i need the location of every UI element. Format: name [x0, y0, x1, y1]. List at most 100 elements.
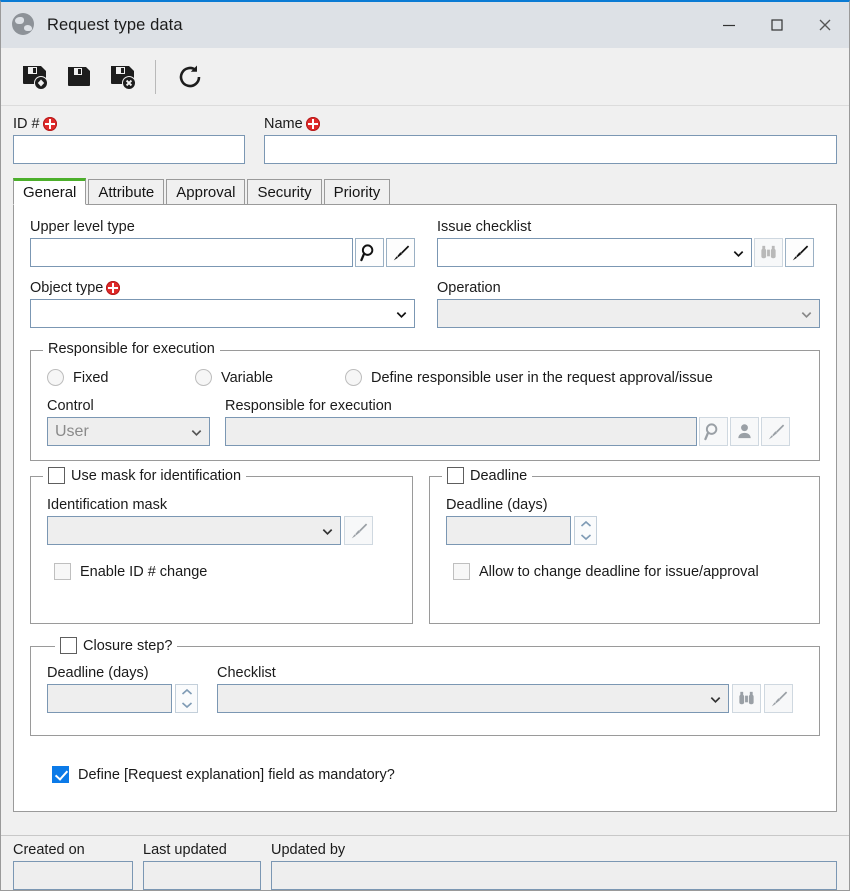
closure-checklist-group: Checklist	[217, 665, 803, 713]
closure-checklist-label: Checklist	[217, 665, 276, 681]
brush-icon	[764, 684, 793, 713]
name-label: Name	[264, 116, 837, 132]
close-icon[interactable]	[801, 2, 849, 48]
save-icon[interactable]	[57, 55, 101, 99]
footer: Created on Last updated Updated by	[1, 835, 849, 890]
enable-id-change-checkbox[interactable]	[54, 563, 71, 580]
save-close-icon[interactable]	[101, 55, 145, 99]
allow-change-deadline-checkbox[interactable]	[453, 563, 470, 580]
required-marker-icon	[42, 117, 57, 131]
responsible-input	[225, 417, 697, 446]
created-on-input	[13, 861, 133, 890]
name-input[interactable]	[264, 135, 837, 164]
search-icon[interactable]	[355, 238, 384, 267]
maximize-icon[interactable]	[753, 2, 801, 48]
tab-attribute[interactable]: Attribute	[88, 179, 165, 205]
stepper-up-icon[interactable]	[575, 517, 596, 531]
row-upper-issue: Upper level type Issue checklist	[30, 219, 820, 267]
deadline-group: Deadline Deadline (days) Allow to change…	[429, 467, 820, 624]
radio-define-responsible[interactable]: Define responsible user in the request a…	[345, 369, 713, 386]
tab-panel-general: Upper level type Issue checklist Object …	[13, 204, 837, 812]
name-field-group: Name	[264, 116, 837, 164]
identification-mask-select	[47, 516, 341, 545]
radio-variable[interactable]: Variable	[195, 369, 345, 386]
responsible-radio-row: Fixed Variable Define responsible user i…	[47, 369, 803, 386]
user-icon	[730, 417, 759, 446]
closure-deadline-input	[47, 684, 172, 713]
mandatory-explanation-checkbox[interactable]	[52, 766, 69, 783]
toolbar	[1, 48, 849, 106]
allow-change-deadline-row[interactable]: Allow to change deadline for issue/appro…	[453, 563, 803, 580]
last-updated-input	[143, 861, 261, 890]
allow-change-deadline-label: Allow to change deadline for issue/appro…	[479, 563, 759, 580]
deadline-legend-text: Deadline	[470, 467, 528, 484]
brush-icon[interactable]	[386, 238, 415, 267]
object-type-select[interactable]	[30, 299, 415, 328]
row-mask-deadline: Use mask for identification Identificati…	[30, 461, 820, 624]
radio-fixed-label: Fixed	[73, 369, 109, 386]
created-on-label: Created on	[13, 842, 85, 858]
save-new-icon[interactable]	[13, 55, 57, 99]
last-updated-group: Last updated	[143, 842, 261, 890]
binoculars-icon	[754, 238, 783, 267]
stepper-down-icon[interactable]	[575, 531, 596, 545]
created-on-group: Created on	[13, 842, 133, 890]
issue-checklist-select[interactable]	[437, 238, 752, 267]
required-marker-icon	[106, 281, 121, 295]
id-input[interactable]	[13, 135, 245, 164]
required-marker-icon	[305, 117, 320, 131]
name-label-text: Name	[264, 116, 303, 132]
mandatory-explanation-label: Define [Request explanation] field as ma…	[78, 766, 395, 783]
header-fields-row: ID # Name	[13, 106, 837, 164]
closure-deadline-group: Deadline (days)	[47, 665, 217, 713]
control-select: User	[47, 417, 210, 446]
closure-checklist-select	[217, 684, 729, 713]
title-bar: Request type data	[1, 2, 849, 48]
radio-circle-icon	[47, 369, 64, 386]
closure-step-checkbox[interactable]	[60, 637, 77, 654]
upper-level-type-group: Upper level type	[30, 219, 415, 267]
brush-icon[interactable]	[785, 238, 814, 267]
operation-label: Operation	[437, 280, 501, 296]
tab-priority[interactable]: Priority	[323, 179, 391, 205]
deadline-days-input	[446, 516, 571, 545]
mandatory-explanation-row[interactable]: Define [Request explanation] field as ma…	[52, 766, 820, 783]
minimize-icon[interactable]	[705, 2, 753, 48]
window-title: Request type data	[47, 15, 183, 34]
issue-checklist-group: Issue checklist	[437, 219, 820, 267]
use-mask-checkbox[interactable]	[48, 467, 65, 484]
id-label-text: ID #	[13, 116, 40, 132]
updated-by-group: Updated by	[271, 842, 837, 890]
refresh-icon[interactable]	[168, 55, 212, 99]
stepper-up-icon[interactable]	[176, 685, 197, 699]
form-content: ID # Name General Attribute Approval Sec…	[1, 106, 849, 835]
control-value: User	[55, 422, 89, 440]
deadline-days-stepper[interactable]	[574, 516, 597, 545]
control-group: Control User	[47, 398, 225, 446]
responsible-for-execution-group: Responsible for execution Fixed Variable	[30, 341, 820, 461]
last-updated-label: Last updated	[143, 842, 227, 858]
radio-fixed[interactable]: Fixed	[47, 369, 195, 386]
upper-level-type-input[interactable]	[30, 238, 353, 267]
id-field-group: ID #	[13, 116, 245, 164]
closure-deadline-stepper[interactable]	[175, 684, 198, 713]
tab-security[interactable]: Security	[247, 179, 322, 205]
radio-circle-icon	[345, 369, 362, 386]
radio-circle-icon	[195, 369, 212, 386]
deadline-days-label: Deadline (days)	[446, 497, 548, 513]
upper-level-type-label: Upper level type	[30, 219, 135, 235]
radio-define-responsible-label: Define responsible user in the request a…	[371, 369, 713, 386]
use-mask-legend-text: Use mask for identification	[71, 467, 242, 484]
request-type-data-window: Request type data ID # Name General Attr…	[0, 0, 850, 891]
tab-bar: General Attribute Approval Security Prio…	[13, 178, 837, 205]
stepper-down-icon[interactable]	[176, 699, 197, 713]
tab-approval[interactable]: Approval	[166, 179, 246, 205]
enable-id-change-row[interactable]: Enable ID # change	[54, 563, 396, 580]
responsible-group-legend: Responsible for execution	[43, 341, 220, 357]
responsible-label: Responsible for execution	[225, 398, 392, 414]
tab-general[interactable]: General	[13, 178, 87, 205]
deadline-checkbox[interactable]	[447, 467, 464, 484]
issue-checklist-label: Issue checklist	[437, 219, 532, 235]
